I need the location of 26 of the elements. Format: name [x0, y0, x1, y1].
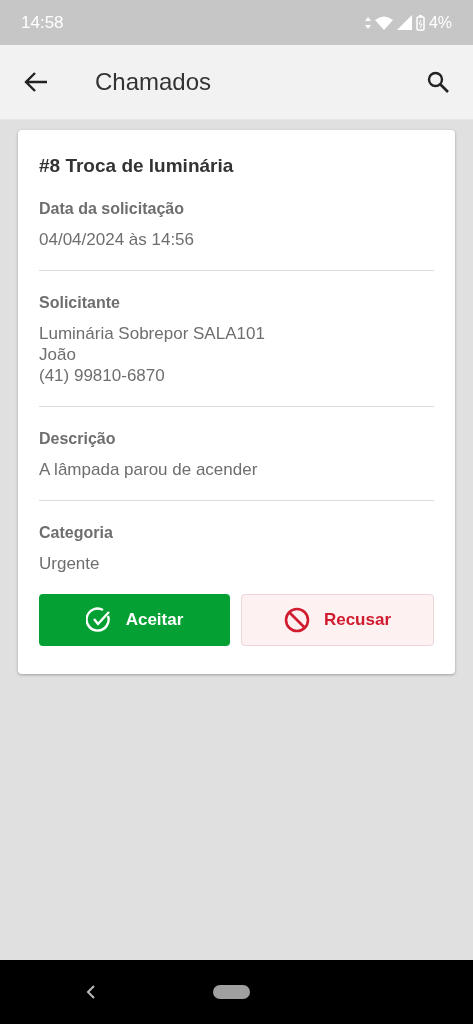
wifi-icon — [374, 15, 393, 30]
back-arrow-icon[interactable] — [24, 72, 48, 92]
battery-icon — [415, 14, 425, 31]
battery-percent: 4% — [428, 12, 452, 33]
field-label: Solicitante — [39, 292, 121, 313]
back-nav-icon[interactable] — [86, 985, 96, 999]
check-circle-icon — [85, 606, 112, 633]
field-value: A lâmpada parou de acender — [39, 458, 259, 480]
field-value: Urgente — [39, 552, 101, 574]
status-time: 14:58 — [21, 11, 64, 34]
field-value: 04/04/2024 às 14:56 — [39, 228, 196, 250]
signal-icon — [396, 15, 412, 30]
card-title: #8 Troca de luminária — [39, 154, 235, 178]
field-value: João — [39, 343, 77, 365]
search-icon[interactable] — [427, 71, 449, 93]
field-value: Luminária Sobrepor SALA101 — [39, 322, 266, 344]
screen-title: Chamados — [95, 67, 213, 97]
field-value: (41) 99810-6870 — [39, 364, 166, 386]
data-arrows-icon — [364, 16, 371, 29]
decline-button[interactable]: Recusar — [241, 593, 434, 646]
field-label: Descrição — [39, 428, 117, 449]
field-label: Categoria — [39, 522, 114, 543]
accept-button[interactable]: Aceitar — [39, 593, 230, 646]
prohibited-icon — [283, 606, 310, 633]
home-pill[interactable] — [213, 985, 250, 999]
field-label: Data da solicitação — [39, 198, 185, 219]
